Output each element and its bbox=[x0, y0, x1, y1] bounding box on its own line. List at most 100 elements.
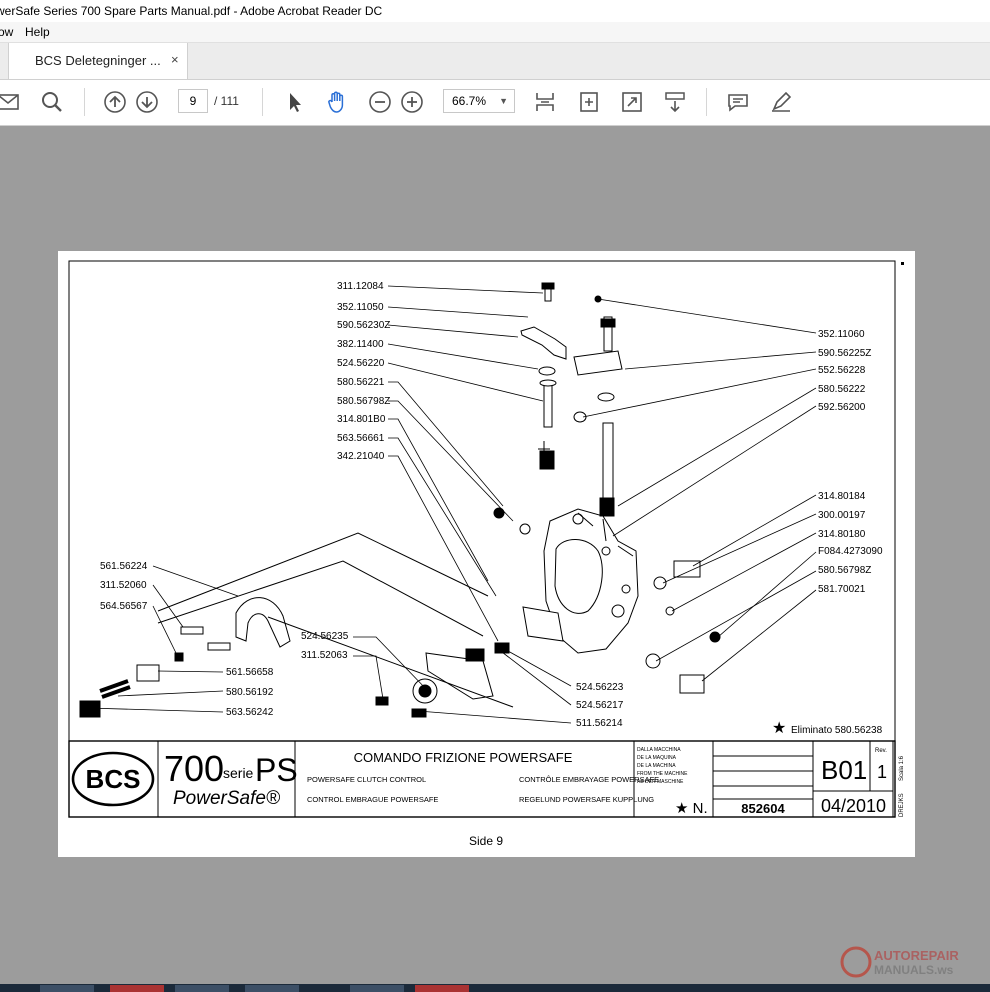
part-label: 311.52063 bbox=[301, 650, 348, 661]
from-machine-text: DALLA MACCHINA bbox=[637, 747, 681, 753]
tab-bar: BCS Deletegninger ... × bbox=[0, 43, 990, 80]
subtitle-de: REGELUND POWERSAFE KUPPLUNG bbox=[519, 795, 654, 804]
taskbar-item[interactable] bbox=[40, 985, 94, 992]
select-tool-icon[interactable] bbox=[283, 90, 307, 114]
chevron-down-icon: ▼ bbox=[499, 96, 508, 106]
part-label: 342.21040 bbox=[337, 451, 385, 462]
drawing-title: COMANDO FRIZIONE POWERSAFE bbox=[354, 750, 573, 765]
powersafe-brand: PowerSafe® bbox=[173, 788, 280, 809]
zoom-select[interactable]: 66.7% ▼ bbox=[443, 89, 515, 113]
part-label: 563.56242 bbox=[226, 707, 274, 718]
highlight-icon[interactable] bbox=[769, 90, 793, 114]
taskbar-item[interactable] bbox=[175, 985, 229, 992]
bcs-logo: BCS bbox=[86, 764, 141, 794]
rev-number: 1 bbox=[877, 762, 887, 782]
series-number: 700 bbox=[164, 748, 224, 789]
hand-tool-icon[interactable] bbox=[325, 90, 349, 114]
toolbar-separator bbox=[262, 88, 263, 116]
tab-document[interactable]: BCS Deletegninger ... × bbox=[8, 43, 188, 79]
fit-page-icon[interactable] bbox=[533, 90, 557, 114]
part-label: 314.80184 bbox=[818, 491, 866, 502]
page-number-input[interactable]: 9 bbox=[178, 89, 208, 113]
part-label: 352.11050 bbox=[337, 302, 384, 313]
page-count: / 111 bbox=[214, 94, 239, 108]
next-page-icon[interactable] bbox=[135, 90, 159, 114]
part-label: 524.56235 bbox=[301, 631, 349, 642]
menu-window[interactable]: ow bbox=[0, 22, 13, 42]
part-label: 314.80180 bbox=[818, 529, 866, 540]
part-label: 311.52060 bbox=[100, 580, 147, 591]
taskbar-item[interactable] bbox=[350, 985, 404, 992]
eliminated-note: Eliminato 580.56238 bbox=[791, 725, 883, 736]
part-label: 352.11060 bbox=[818, 329, 865, 340]
window-title: werSafe Series 700 Spare Parts Manual.pd… bbox=[0, 4, 383, 18]
part-labels: 311.12084 352.11050 590.56230Z 382.11400… bbox=[100, 281, 883, 729]
part-label: 561.56658 bbox=[226, 667, 274, 678]
menu-help[interactable]: Help bbox=[25, 22, 50, 42]
from-machine-text: FROM THE MACHINE bbox=[637, 771, 688, 777]
exploded-view bbox=[79, 282, 721, 718]
part-label: 590.56225Z bbox=[818, 348, 871, 359]
part-label: 564.56567 bbox=[100, 601, 148, 612]
drawing-number: 852604 bbox=[741, 801, 785, 816]
scale-text: Scala 1:6 bbox=[899, 755, 905, 781]
part-label: 580.56222 bbox=[818, 384, 866, 395]
part-label: 511.56214 bbox=[576, 718, 623, 729]
part-label: 580.56221 bbox=[337, 377, 385, 388]
from-machine-text: DE LA MAQUINA bbox=[637, 755, 677, 761]
subtitle-es: CONTROL EMBRAGUE POWERSAFE bbox=[307, 795, 438, 804]
part-label: 382.11400 bbox=[337, 339, 384, 350]
star-icon: ★ bbox=[772, 720, 786, 737]
watermark-line2: MANUALS.ws bbox=[874, 963, 954, 977]
taskbar-item[interactable] bbox=[415, 985, 469, 992]
drawn-by-text: DREJKS bbox=[899, 793, 905, 817]
part-label: 314.801B0 bbox=[337, 414, 386, 425]
prev-page-icon[interactable] bbox=[103, 90, 127, 114]
part-label: 590.56230Z bbox=[337, 320, 390, 331]
zoom-value: 66.7% bbox=[452, 94, 487, 108]
part-label: 563.56661 bbox=[337, 433, 385, 444]
menu-bar: ow Help bbox=[0, 22, 990, 43]
from-machine-text: AB DER MASCHINE bbox=[637, 779, 684, 785]
comment-icon[interactable] bbox=[726, 90, 750, 114]
scroll-mode-icon[interactable] bbox=[663, 90, 687, 114]
part-label: 524.56223 bbox=[576, 682, 624, 693]
part-label: 524.56220 bbox=[337, 358, 385, 369]
mail-icon[interactable] bbox=[0, 90, 20, 114]
part-label: 524.56217 bbox=[576, 700, 624, 711]
tab-label: BCS Deletegninger ... bbox=[35, 53, 161, 68]
drawing-date: 04/2010 bbox=[821, 796, 886, 816]
watermark-line1: AUTOREPAIR bbox=[874, 948, 959, 963]
rotate-icon[interactable] bbox=[577, 90, 601, 114]
zoom-out-icon[interactable] bbox=[368, 90, 392, 114]
toolbar-separator bbox=[84, 88, 85, 116]
parts-drawing: 311.12084 352.11050 590.56230Z 382.11400… bbox=[68, 260, 905, 848]
fullscreen-icon[interactable] bbox=[620, 90, 644, 114]
part-label: 592.56200 bbox=[818, 402, 866, 413]
subtitle-en: POWERSAFE CLUTCH CONTROL bbox=[307, 775, 426, 784]
series-suffix: PS bbox=[255, 752, 298, 788]
star-number-label: ★ N. bbox=[675, 800, 708, 817]
taskbar-item[interactable] bbox=[110, 985, 164, 992]
from-machine-text: DE LA MACHINA bbox=[637, 763, 676, 769]
part-label: 580.56798Z bbox=[337, 396, 390, 407]
part-label: 300.00197 bbox=[818, 510, 866, 521]
series-word: serie bbox=[223, 765, 254, 781]
rev-label: Rev. bbox=[875, 748, 887, 754]
drawing-code: B01 bbox=[821, 755, 867, 785]
part-label: 552.56228 bbox=[818, 365, 866, 376]
watermark: AUTOREPAIR MANUALS.ws bbox=[838, 940, 983, 980]
part-label: 311.12084 bbox=[337, 281, 384, 292]
part-label: 580.56192 bbox=[226, 687, 274, 698]
page-footer: Side 9 bbox=[469, 834, 503, 848]
tab-close-icon[interactable]: × bbox=[171, 52, 179, 67]
part-label: 580.56798Z bbox=[818, 565, 871, 576]
part-label: 581.70021 bbox=[818, 584, 866, 595]
pdf-page: 311.12084 352.11050 590.56230Z 382.11400… bbox=[58, 251, 915, 857]
taskbar-item[interactable] bbox=[245, 985, 299, 992]
part-label: F084.4273090 bbox=[818, 546, 883, 557]
zoom-in-icon[interactable] bbox=[400, 90, 424, 114]
window-titlebar: werSafe Series 700 Spare Parts Manual.pd… bbox=[0, 0, 990, 22]
search-icon[interactable] bbox=[40, 90, 64, 114]
part-label: 561.56224 bbox=[100, 561, 148, 572]
